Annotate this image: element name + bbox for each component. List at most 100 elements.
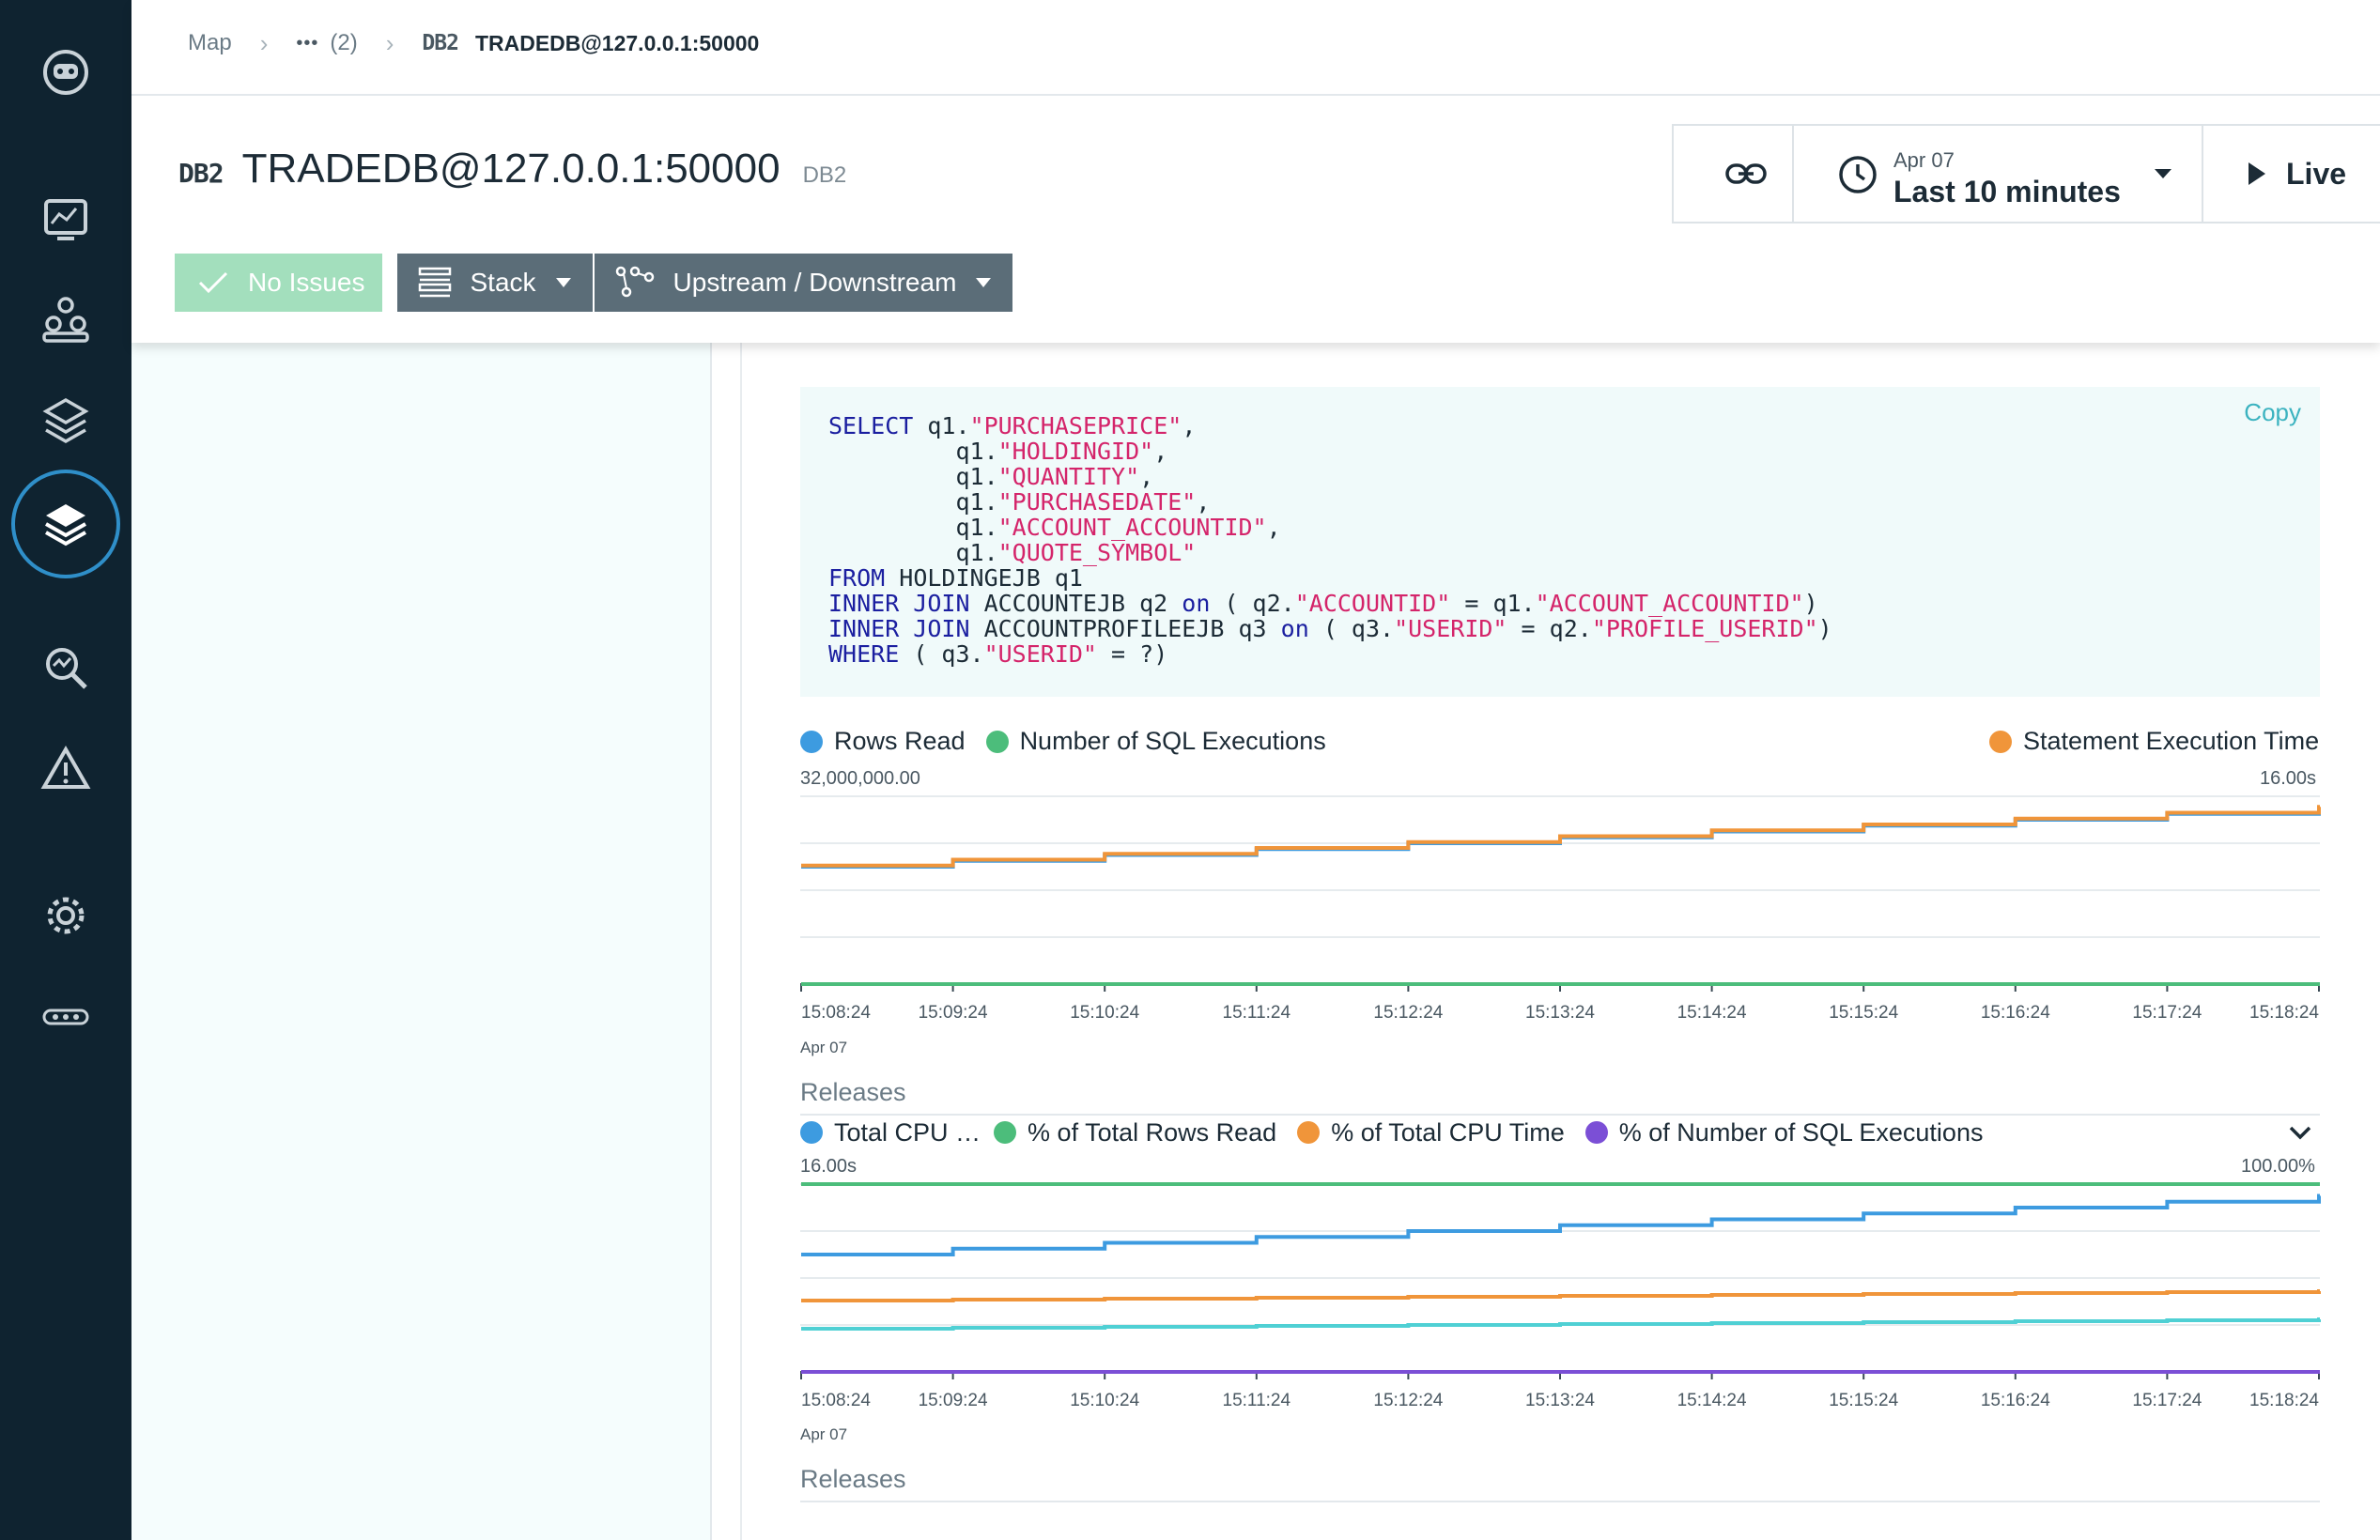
x-tick-label: 15:13:24 (1525, 1003, 1595, 1023)
code-text: ( q3. (899, 640, 984, 668)
chart1-svg: 15:08:24 15:09:24 15:10:24 15:11:24 15:12:24… (800, 795, 2321, 1023)
legend-item-total-cpu[interactable]: Total CPU … (800, 1118, 981, 1147)
caret-down-icon (976, 278, 992, 287)
title-row: DB2 TRADEDB@127.0.0.1:50000 DB2 (178, 146, 846, 192)
legend-label: Total CPU … (834, 1117, 981, 1147)
legend-item-execution-time[interactable]: Statement Execution Time (1989, 727, 2319, 756)
x-tick-label: 15:12:24 (1373, 1391, 1443, 1410)
play-icon (2249, 162, 2265, 185)
platforms-icon (42, 397, 89, 444)
code-text: ACCOUNTEJB q2 (969, 590, 1182, 617)
code-string: "HOLDINGID" (997, 438, 1154, 465)
x-tick-label: 15:17:24 (2132, 1391, 2202, 1410)
breadcrumb-ellipsis[interactable]: ••• (296, 33, 318, 54)
no-issues-button[interactable]: No Issues (175, 254, 382, 312)
stack-button[interactable]: Stack (396, 254, 593, 312)
x-tick-label: 15:10:24 (1070, 1391, 1139, 1410)
code-text: ) (1817, 615, 1832, 642)
code-string: "PURCHASEPRICE" (969, 412, 1182, 439)
legend-expand-chevron-icon[interactable] (2288, 1125, 2312, 1140)
x-tick-label: 15:13:24 (1525, 1391, 1595, 1410)
time-range-picker[interactable]: Apr 07 Last 10 minutes (1792, 124, 2203, 223)
code-text: q1. (913, 412, 970, 439)
breadcrumb-map-link[interactable]: Map (188, 30, 232, 56)
legend-dot (800, 1121, 823, 1144)
entity-type-label: DB2 (802, 162, 847, 188)
legend-item-sql-executions[interactable]: Number of SQL Executions (985, 727, 1326, 756)
nav-infrastructure[interactable] (11, 470, 120, 578)
code-line: q1."ACCOUNT_ACCOUNTID", (828, 515, 1832, 540)
x-tick-label: 15:18:24 (2249, 1391, 2319, 1410)
action-buttons: No Issues Stack Upstream / Downstream (175, 254, 1013, 312)
copy-button[interactable]: Copy (2244, 398, 2301, 427)
x-tick-label: 15:11:24 (1223, 1003, 1291, 1023)
stack-label: Stack (470, 268, 536, 297)
nav-analytics[interactable] (33, 635, 99, 701)
code-string: "QUANTITY" (997, 463, 1140, 490)
dashboard-icon (44, 199, 87, 240)
code-text: ACCOUNTPROFILEEJB q3 (969, 615, 1281, 642)
breadcrumb-hidden-count[interactable]: (2) (330, 30, 357, 56)
legend-dot (800, 730, 823, 753)
upstream-downstream-button[interactable]: Upstream / Downstream (594, 254, 1013, 312)
code-string: "PURCHASEDATE" (997, 488, 1197, 516)
nav-platforms[interactable] (33, 387, 99, 453)
code-text: HOLDINGEJB q1 (885, 564, 1083, 592)
legend-label: % of Number of SQL Executions (1618, 1117, 1984, 1147)
code-string: "PROFILE_USERID" (1591, 615, 1818, 642)
nav-dashboards[interactable] (33, 186, 99, 252)
sql-code: SELECT q1."PURCHASEPRICE", q1."HOLDINGID… (828, 413, 1832, 667)
code-text: = q2. (1507, 615, 1592, 642)
header-divider (131, 94, 2380, 96)
panel-divider (740, 343, 742, 1540)
nav-events[interactable] (33, 736, 99, 802)
legend-item-rows-read[interactable]: Rows Read (800, 727, 966, 756)
legend-item-pct-sql-executions[interactable]: % of Number of SQL Executions (1584, 1117, 1984, 1147)
checkmark-icon (198, 271, 228, 294)
code-text: , (1196, 488, 1211, 516)
legend-label: % of Total CPU Time (1331, 1117, 1565, 1147)
legend-label: % of Total Rows Read (1028, 1117, 1277, 1147)
x-tick-label: 15:08:24 (801, 1391, 871, 1410)
code-string: "ACCOUNTID" (1294, 590, 1451, 617)
chart2-right-axis-max: 100.00% (2241, 1156, 2315, 1177)
chart2-svg: 15:08:24 15:09:24 15:10:24 15:11:24 15:12:24… (800, 1182, 2321, 1410)
instana-logo-icon[interactable] (33, 39, 99, 105)
time-range-label: Last 10 minutes (1893, 175, 2121, 208)
legend-dot (994, 1121, 1017, 1144)
chart1-right-axis-max: 16.00s (2260, 768, 2317, 789)
nav-more[interactable] (33, 984, 99, 1050)
live-button[interactable]: Live (2202, 124, 2380, 223)
code-text: , (1139, 463, 1154, 490)
code-text: q1. (828, 539, 998, 566)
nav-settings[interactable] (33, 883, 99, 948)
nav-applications[interactable] (33, 286, 99, 352)
chevron-right-icon: › (259, 28, 269, 57)
releases-label: Releases (800, 1465, 906, 1493)
caret-down-icon (555, 278, 571, 287)
code-keyword: INNER JOIN (828, 615, 970, 642)
x-tick-label: 15:14:24 (1677, 1003, 1747, 1023)
breadcrumb: Map › ••• (2) › DB2 TRADEDB@127.0.0.1:50… (188, 24, 759, 62)
code-string: "USERID" (1394, 615, 1507, 642)
x-tick-label: 15:14:24 (1677, 1391, 1747, 1410)
dependency-graph-icon (615, 266, 654, 298)
left-panel (131, 343, 712, 1540)
code-text: = ?) (1097, 640, 1168, 668)
caret-down-icon (2155, 169, 2171, 178)
clock-icon (1839, 156, 1877, 193)
legend-dot (1297, 1121, 1321, 1144)
code-text: , (1153, 438, 1168, 465)
page-header: Map › ••• (2) › DB2 TRADEDB@127.0.0.1:50… (131, 0, 2380, 343)
db2-type-icon: DB2 (422, 31, 459, 55)
legend-item-pct-cpu-time[interactable]: % of Total CPU Time (1297, 1118, 1565, 1147)
legend-dot (1989, 730, 2012, 753)
x-tick-label: 15:15:24 (1829, 1003, 1898, 1023)
x-tick-label: 15:11:24 (1223, 1391, 1291, 1410)
code-line: INNER JOIN ACCOUNTEJB q2 on ( q2."ACCOUN… (828, 591, 1832, 616)
code-string: "ACCOUNT_ACCOUNTID" (997, 514, 1267, 541)
legend-item-pct-rows-read[interactable]: % of Total Rows Read (994, 1118, 1276, 1147)
chevron-right-icon: › (385, 28, 394, 57)
stack-list-icon (418, 267, 451, 298)
code-keyword: INNER JOIN (828, 590, 970, 617)
